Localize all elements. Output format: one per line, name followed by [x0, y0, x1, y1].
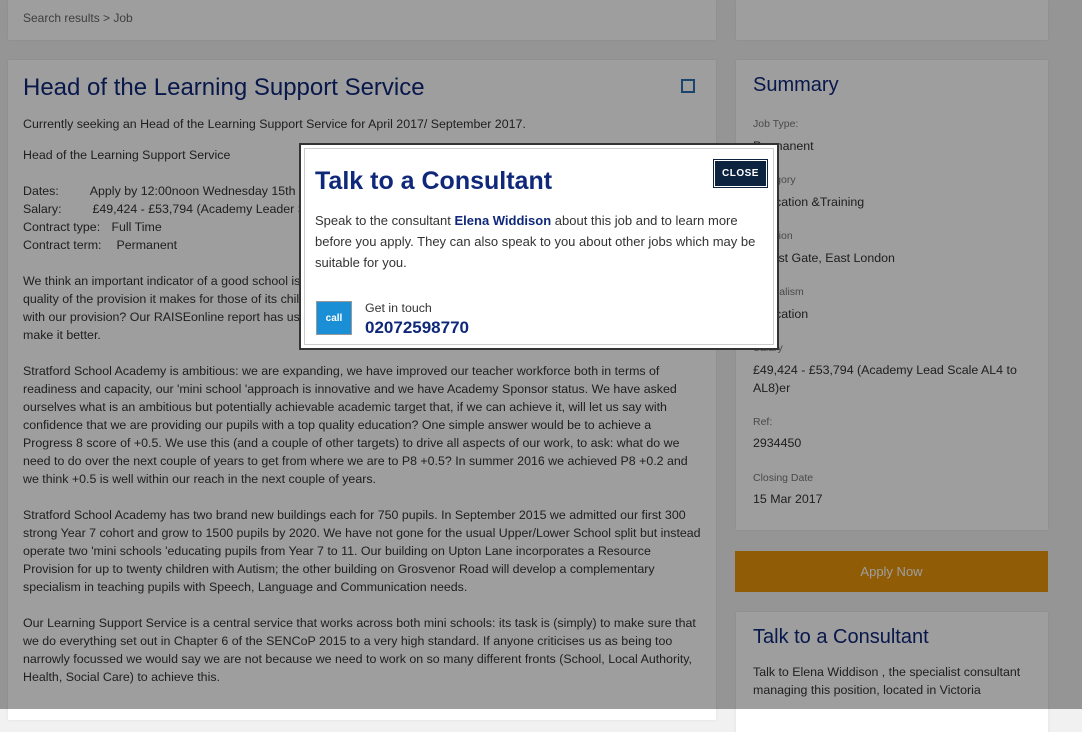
- get-in-touch-label: Get in touch: [365, 301, 432, 315]
- modal-title: Talk to a Consultant: [315, 167, 553, 195]
- modal-backdrop[interactable]: [0, 0, 1082, 709]
- consultant-name: Elena Widdison: [454, 213, 552, 228]
- close-button[interactable]: CLOSE: [714, 160, 767, 187]
- modal-text-before: Speak to the consultant: [315, 213, 455, 228]
- phone-number-link[interactable]: 02072598770: [365, 318, 469, 338]
- consultant-modal: Talk to a Consultant CLOSE Speak to the …: [299, 143, 779, 350]
- modal-message: Speak to the consultant Elena Widdison a…: [315, 210, 765, 273]
- call-icon[interactable]: call: [316, 301, 352, 335]
